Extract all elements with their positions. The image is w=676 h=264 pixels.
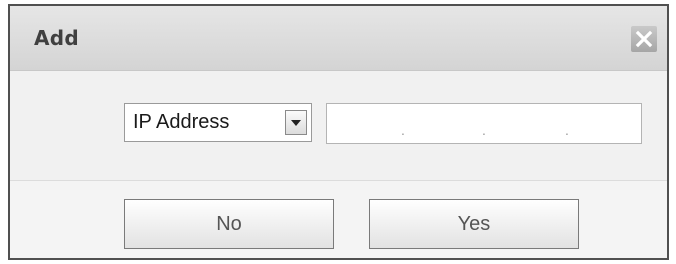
- yes-button[interactable]: Yes: [369, 199, 579, 249]
- ip-address-input[interactable]: . . .: [326, 103, 642, 144]
- chevron-down-icon: [291, 120, 301, 126]
- dropdown-button[interactable]: [285, 110, 307, 135]
- dialog-footer: No Yes: [10, 180, 667, 258]
- ip-octet-separator: .: [565, 122, 569, 138]
- dialog-titlebar: Add: [10, 6, 667, 71]
- dialog-body: IP Address . . .: [10, 71, 667, 180]
- close-button[interactable]: [631, 26, 657, 52]
- ip-octet-separator: .: [482, 122, 486, 138]
- address-type-select[interactable]: IP Address: [124, 103, 312, 142]
- ip-octet-separator: .: [401, 122, 405, 138]
- add-dialog: Add IP Address . . . No Yes: [8, 4, 669, 260]
- close-x-icon: [635, 30, 653, 48]
- address-type-value: IP Address: [133, 111, 230, 133]
- dialog-title: Add: [34, 26, 80, 50]
- no-button[interactable]: No: [124, 199, 334, 249]
